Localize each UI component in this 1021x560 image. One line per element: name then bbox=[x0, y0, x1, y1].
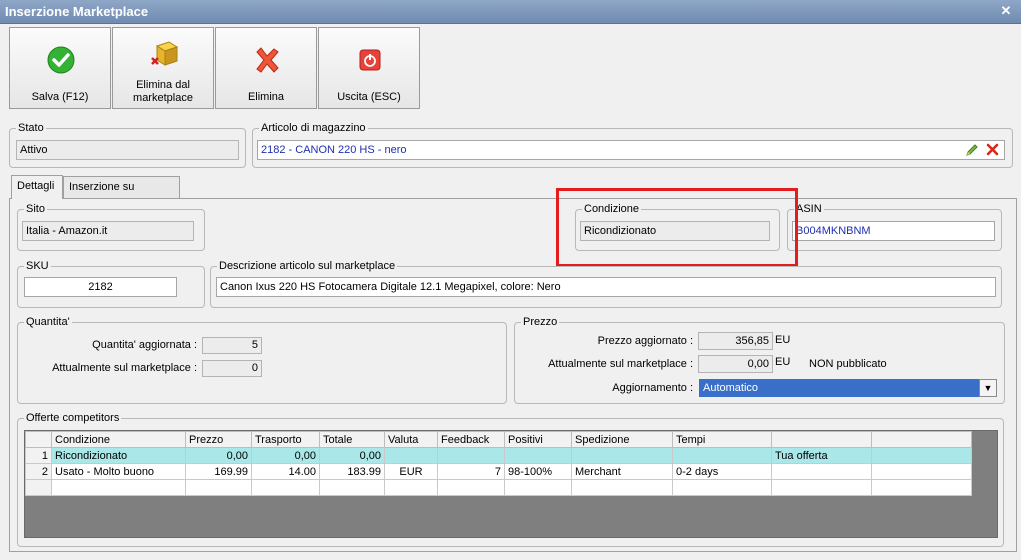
row-number: 1 bbox=[25, 447, 52, 464]
save-button[interactable]: Salva (F12) bbox=[9, 27, 111, 109]
cell-prezzo[interactable]: 0,00 bbox=[185, 447, 252, 464]
cell-positivi[interactable] bbox=[504, 447, 572, 464]
prezzo-status: NON pubblicato bbox=[809, 358, 887, 370]
descrizione-field[interactable]: Canon Ixus 220 HS Fotocamera Digitale 12… bbox=[216, 277, 996, 297]
articolo-legend: Articolo di magazzino bbox=[261, 122, 366, 134]
cell-note[interactable]: Tua offerta bbox=[771, 447, 872, 464]
cell-valuta[interactable] bbox=[384, 447, 438, 464]
quantita-updated-label: Quantita' aggiornata : bbox=[92, 339, 197, 351]
prezzo-current-unit: EU bbox=[775, 356, 791, 368]
cell-totale[interactable]: 0,00 bbox=[319, 447, 385, 464]
pencil-edit-icon[interactable] bbox=[965, 143, 979, 157]
condizione-field[interactable]: Ricondizionato bbox=[580, 221, 770, 241]
cell-feedback[interactable] bbox=[437, 447, 505, 464]
checkmark-icon bbox=[47, 46, 75, 74]
tab-inserzione-amazon[interactable]: Inserzione su Amazon bbox=[63, 176, 180, 213]
save-label: Salva (F12) bbox=[31, 91, 89, 103]
offerte-grid: Condizione Prezzo Trasporto Totale Valut… bbox=[24, 430, 998, 538]
asin-legend: ASIN bbox=[796, 203, 822, 215]
table-header-totale[interactable]: Totale bbox=[319, 431, 385, 448]
tab-dettagli[interactable]: Dettagli bbox=[11, 175, 63, 199]
prezzo-updated-unit: EU bbox=[775, 334, 791, 346]
close-icon[interactable]: ✕ bbox=[999, 4, 1013, 18]
aggiornamento-select[interactable]: Automatico bbox=[699, 379, 979, 397]
exit-label: Uscita (ESC) bbox=[337, 91, 401, 103]
delete-button[interactable]: Elimina bbox=[215, 27, 317, 109]
cell-extra[interactable] bbox=[871, 463, 972, 480]
descrizione-legend: Descrizione articolo sul marketplace bbox=[219, 260, 396, 272]
exit-button[interactable]: Uscita (ESC) bbox=[318, 27, 420, 109]
quantita-current-field[interactable]: 0 bbox=[202, 360, 262, 377]
cell-extra[interactable] bbox=[871, 447, 972, 464]
table-header-rownum bbox=[25, 431, 52, 448]
cell-condizione[interactable]: Ricondizionato bbox=[51, 447, 186, 464]
prezzo-update-label: Aggiornamento : bbox=[612, 382, 693, 394]
prezzo-updated-field[interactable]: 356,85 bbox=[698, 332, 773, 350]
condizione-legend: Condizione bbox=[584, 203, 640, 215]
sito-legend: Sito bbox=[26, 203, 45, 215]
table-header-extra1[interactable] bbox=[771, 431, 872, 448]
sku-field[interactable]: 2182 bbox=[24, 277, 177, 297]
prezzo-legend: Prezzo bbox=[523, 316, 558, 328]
quantita-legend: Quantita' bbox=[26, 316, 70, 328]
stato-field[interactable]: Attivo bbox=[16, 140, 239, 160]
window-title: Inserzione Marketplace bbox=[5, 4, 149, 19]
table-header-tempi[interactable]: Tempi bbox=[672, 431, 772, 448]
delete-x-icon bbox=[256, 47, 279, 73]
cell-tempi[interactable] bbox=[672, 447, 772, 464]
cell-feedback[interactable]: 7 bbox=[437, 463, 505, 480]
asin-field[interactable]: B004MKNBNM bbox=[792, 221, 995, 241]
cell-condizione[interactable]: Usato - Molto buono bbox=[51, 463, 186, 480]
sku-legend: SKU bbox=[26, 260, 49, 272]
table-header-spedizione[interactable]: Spedizione bbox=[571, 431, 673, 448]
offerte-table: Condizione Prezzo Trasporto Totale Valut… bbox=[25, 431, 972, 496]
cell-prezzo[interactable]: 169.99 bbox=[185, 463, 252, 480]
table-header-extra2[interactable] bbox=[871, 431, 972, 448]
cell-spedizione[interactable]: Merchant bbox=[571, 463, 673, 480]
row-number: 2 bbox=[25, 463, 52, 480]
cell-spedizione[interactable] bbox=[571, 447, 673, 464]
prezzo-current-label: Attualmente sul marketplace : bbox=[548, 358, 693, 370]
table-header-trasporto[interactable]: Trasporto bbox=[251, 431, 320, 448]
table-header-row: Condizione Prezzo Trasporto Totale Valut… bbox=[25, 431, 972, 448]
table-row-empty[interactable] bbox=[25, 479, 972, 496]
offerte-legend: Offerte competitors bbox=[26, 412, 120, 424]
prezzo-updated-label: Prezzo aggiornato : bbox=[597, 335, 693, 347]
table-header-positivi[interactable]: Positivi bbox=[504, 431, 572, 448]
power-exit-icon bbox=[359, 49, 381, 71]
stato-legend: Stato bbox=[18, 122, 44, 134]
remove-label-line1: Elimina dal bbox=[136, 79, 190, 91]
articolo-field[interactable]: 2182 - CANON 220 HS - nero bbox=[257, 140, 1005, 160]
delete-label: Elimina bbox=[247, 91, 285, 103]
cell-valuta[interactable]: EUR bbox=[384, 463, 438, 480]
prezzo-current-field[interactable]: 0,00 bbox=[698, 355, 773, 373]
quantita-updated-field[interactable]: 5 bbox=[202, 337, 262, 354]
remove-from-marketplace-button[interactable]: Elimina dal marketplace bbox=[112, 27, 214, 109]
chevron-down-icon[interactable]: ▼ bbox=[979, 379, 997, 397]
table-header-feedback[interactable]: Feedback bbox=[437, 431, 505, 448]
table-header-prezzo[interactable]: Prezzo bbox=[185, 431, 252, 448]
remove-label-line2: marketplace bbox=[133, 92, 193, 104]
cell-totale[interactable]: 183.99 bbox=[319, 463, 385, 480]
box-remove-icon bbox=[151, 41, 179, 66]
cell-tempi[interactable]: 0-2 days bbox=[672, 463, 772, 480]
table-header-valuta[interactable]: Valuta bbox=[384, 431, 438, 448]
quantita-current-label: Attualmente sul marketplace : bbox=[52, 362, 197, 374]
remove-from-marketplace-label: Elimina dal marketplace bbox=[113, 79, 213, 105]
window-title-bar: Inserzione Marketplace ✕ bbox=[0, 0, 1021, 24]
clear-x-icon[interactable] bbox=[986, 143, 999, 156]
cell-note[interactable] bbox=[771, 463, 872, 480]
cell-positivi[interactable]: 98-100% bbox=[504, 463, 572, 480]
cell-trasporto[interactable]: 14.00 bbox=[251, 463, 320, 480]
table-row[interactable]: 2 Usato - Molto buono 169.99 14.00 183.9… bbox=[25, 463, 972, 480]
sito-field[interactable]: Italia - Amazon.it bbox=[22, 221, 194, 241]
cell-trasporto[interactable]: 0,00 bbox=[251, 447, 320, 464]
quantita-group: Quantita' bbox=[17, 316, 507, 404]
table-row[interactable]: 1 Ricondizionato 0,00 0,00 0,00 Tua offe… bbox=[25, 447, 972, 464]
table-header-condizione[interactable]: Condizione bbox=[51, 431, 186, 448]
